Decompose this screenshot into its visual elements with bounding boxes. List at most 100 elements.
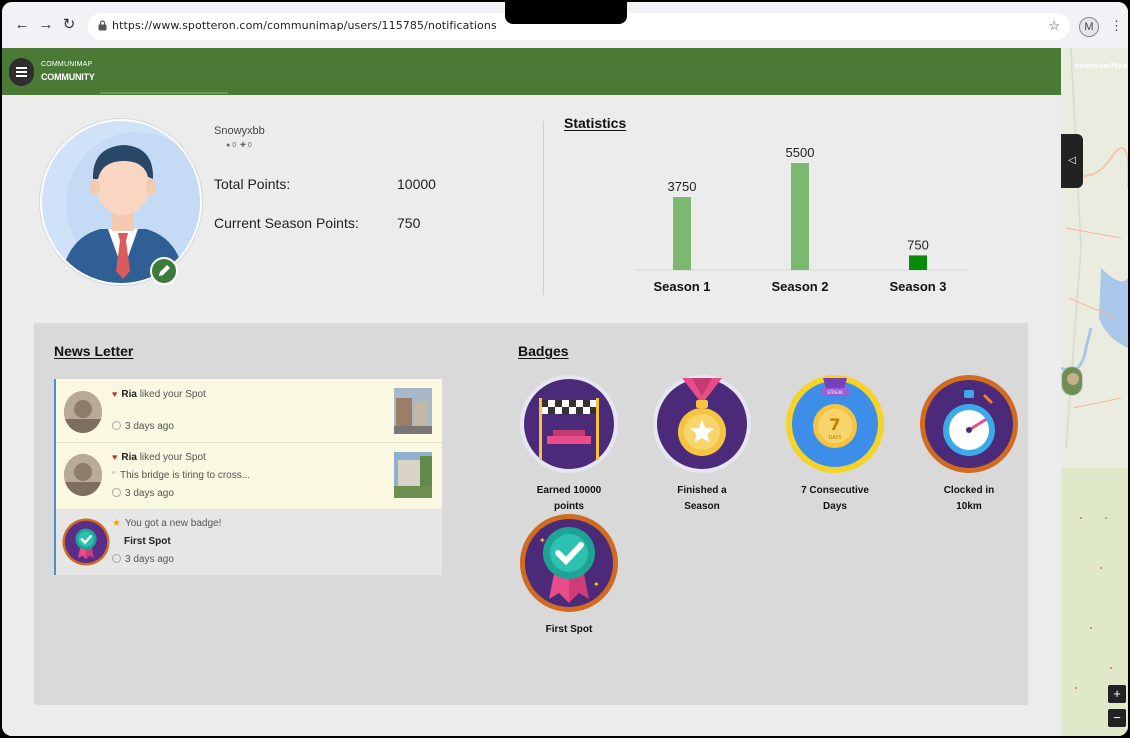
notification-action: liked your Spot xyxy=(139,389,206,400)
followers-count: 0 xyxy=(232,142,237,149)
chart-value-label-1: 3750 xyxy=(668,179,697,194)
clock-icon xyxy=(112,554,121,563)
newsletter-list: ♥ Ria liked your Spot 3 days ago ♥ Ria l… xyxy=(54,379,442,575)
gold-star-medal-icon xyxy=(653,375,751,473)
spot-thumbnail[interactable] xyxy=(394,452,432,498)
following-count: 0 xyxy=(247,142,252,149)
notification-time: 3 days ago xyxy=(125,554,174,565)
user-avatar[interactable] xyxy=(64,454,102,496)
spot-thumbnail[interactable] xyxy=(394,388,432,434)
browser-window: ← → ↻ https://www.spotteron.com/communim… xyxy=(2,2,1128,736)
main-content: Snowyxbb ● 0 ✚ 0 Total Points: 10000 Cur… xyxy=(2,95,1061,736)
reload-icon[interactable]: ↻ xyxy=(59,15,79,35)
medal-number: 7 xyxy=(829,415,840,434)
season-points-label: Current Season Points: xyxy=(214,215,359,231)
quote-icon: ” xyxy=(112,470,115,480)
clock-icon xyxy=(112,421,121,430)
season-points-chart: 3750 Season 1 5500 Season 2 750 Season 3 xyxy=(636,145,968,294)
profile-username: Snowyxbb xyxy=(214,125,265,137)
badge-caption-line2: Days xyxy=(823,501,847,512)
header-accent-line xyxy=(100,92,228,94)
browser-profile-avatar[interactable]: M xyxy=(1079,17,1099,37)
streak-medal-icon: 7 DAYS STREAK xyxy=(786,375,884,473)
bookmark-star-icon[interactable]: ☆ xyxy=(1048,18,1060,34)
medal-ribbon-text: STREAK xyxy=(827,390,843,395)
badge-7-consecutive-days[interactable]: 7 DAYS STREAK 7 Consecutive Days xyxy=(785,374,885,515)
chart-bar-1 xyxy=(673,197,691,270)
badge-caption-line1: First Spot xyxy=(545,624,593,635)
medal-label: DAYS xyxy=(828,435,841,441)
total-points-value: 10000 xyxy=(397,176,436,192)
notification-time: 3 days ago xyxy=(125,488,174,499)
followers-icon: ● xyxy=(226,142,231,149)
chart-value-label-3: 750 xyxy=(907,237,929,252)
following-icon: ✚ xyxy=(239,142,246,149)
clock-icon xyxy=(112,488,121,497)
notification-comment: This bridge is tiring to cross... xyxy=(120,470,251,481)
url-text: https://www.spotteron.com/communimap/use… xyxy=(112,19,497,32)
total-points-label: Total Points: xyxy=(214,176,291,192)
user-avatar[interactable] xyxy=(64,391,102,433)
section-divider xyxy=(543,121,544,295)
badge-caption-line1: Clocked in xyxy=(943,485,995,496)
chart-value-label-2: 5500 xyxy=(786,145,815,160)
heart-icon: ♥ xyxy=(112,389,118,399)
map-panel[interactable]: communiMap ◁ + − xyxy=(1061,48,1128,736)
badge-caption-line1: Finished a xyxy=(677,485,727,496)
notification-badge-name: First Spot xyxy=(124,536,171,547)
profile-avatar xyxy=(40,119,202,285)
businessman-avatar-icon xyxy=(42,121,200,283)
avatar-photo xyxy=(64,454,102,496)
badge-caption-line1: 7 Consecutive xyxy=(801,485,869,496)
badge-caption-line2: Season xyxy=(684,501,720,512)
zoom-in-button[interactable]: + xyxy=(1108,685,1126,703)
notification-user[interactable]: Ria xyxy=(121,452,137,463)
chart-bar-2 xyxy=(791,163,809,270)
badge-thumbnail[interactable] xyxy=(62,518,110,566)
map-spot-marker[interactable] xyxy=(1061,366,1083,396)
statistics-title: Statistics xyxy=(564,115,627,131)
follow-counts: ● 0 ✚ 0 xyxy=(226,141,252,149)
list-item[interactable]: ♥ Ria liked your Spot ” This bridge is tir… xyxy=(56,443,442,510)
finish-line-medal-icon xyxy=(520,375,618,473)
chart-category-label-2: Season 2 xyxy=(771,279,828,294)
lower-panel: News Letter Badges ♥Ria liked your Spot xyxy=(34,323,1028,705)
camera-notch xyxy=(505,2,627,24)
notification-user[interactable]: Ria xyxy=(121,389,137,400)
badges-title: Badges xyxy=(518,343,569,359)
notification-action: liked your Spot xyxy=(139,452,206,463)
svg-text:✦: ✦ xyxy=(593,580,600,589)
svg-text:✦: ✦ xyxy=(539,536,546,545)
first-spot-medal-icon: ✦ ✦ xyxy=(520,514,618,612)
badge-caption-line2: 10km xyxy=(956,501,982,512)
lock-icon xyxy=(98,20,107,31)
chart-category-label-3: Season 3 xyxy=(889,279,946,294)
badge-earned-10000-points[interactable]: Earned 10000 points xyxy=(519,374,619,515)
list-item[interactable]: ♥ Ria liked your Spot 3 days ago xyxy=(56,379,442,443)
avatar-photo xyxy=(64,391,102,433)
edit-profile-button[interactable] xyxy=(150,257,178,285)
forward-arrow-icon[interactable]: → xyxy=(36,15,56,35)
list-item[interactable]: ★ You got a new badge! First Spot 3 days … xyxy=(56,510,442,575)
badge-caption-line1: Earned 10000 xyxy=(536,485,602,496)
zoom-out-button[interactable]: − xyxy=(1108,709,1126,727)
map-watermark: communiMap xyxy=(1075,62,1128,70)
notification-time: 3 days ago xyxy=(125,421,174,432)
badge-finished-a-season[interactable]: Finished a Season xyxy=(652,374,752,515)
chart-bar-3 xyxy=(909,255,927,270)
badge-clocked-in-10km[interactable]: Clocked in 10km xyxy=(919,374,1019,515)
pencil-icon xyxy=(159,265,170,276)
collapse-panel-icon[interactable]: ◁ xyxy=(1061,134,1083,188)
brand-title[interactable]: COMMUNIMAP xyxy=(41,61,92,68)
heart-icon: ♥ xyxy=(112,452,118,462)
back-arrow-icon[interactable]: ← xyxy=(12,15,32,35)
badge-first-spot[interactable]: ✦ ✦ First Spot xyxy=(519,513,619,638)
first-spot-medal-icon xyxy=(62,518,110,566)
brand-subtitle[interactable]: COMMUNITY xyxy=(41,72,95,82)
stopwatch-medal-icon xyxy=(920,375,1018,473)
star-icon: ★ xyxy=(112,518,121,529)
newsletter-title: News Letter xyxy=(54,343,134,359)
hamburger-menu-icon[interactable] xyxy=(9,58,34,86)
browser-menu-icon[interactable]: ⋮ xyxy=(1110,16,1123,36)
notification-headline: You got a new badge! xyxy=(124,518,222,529)
